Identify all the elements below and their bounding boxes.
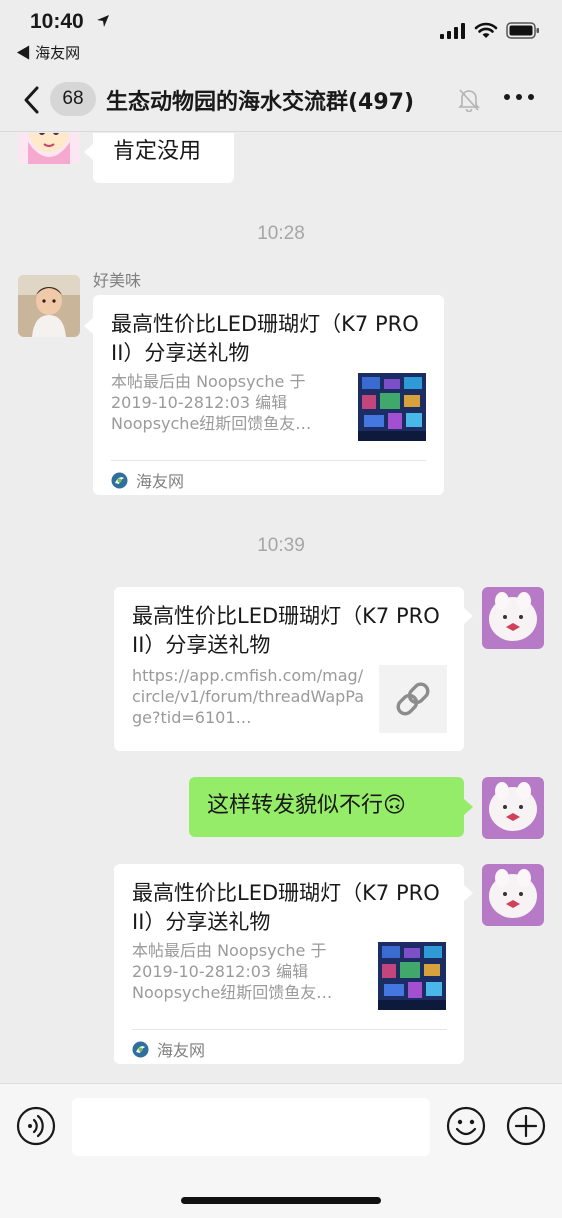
link-thumbnail — [379, 665, 447, 733]
card-thumbnail — [358, 373, 426, 441]
card-source-name: 海友网 — [157, 1041, 206, 1060]
link-card-message[interactable]: 最高性价比LED珊瑚灯（K7 PRO II）分享送礼物 https://app.… — [114, 587, 464, 751]
status-time: 10:40 — [30, 10, 84, 33]
text-message[interactable]: 肯定没用 — [93, 133, 234, 183]
chat-header: 68 生态动物园的海水交流群(497) — [0, 70, 562, 132]
wifi-icon — [474, 22, 498, 38]
avatar[interactable] — [482, 864, 544, 926]
link-icon — [396, 682, 430, 716]
bubble-tail — [464, 608, 473, 624]
avatar[interactable] — [482, 777, 544, 839]
status-indicators — [440, 22, 540, 39]
card-title: 最高性价比LED珊瑚灯（K7 PRO II）分享送礼物 — [111, 312, 419, 365]
card-description: https://app.cmfish.com/mag/circle/v1/for… — [132, 666, 365, 727]
text-message[interactable]: 这样转发貌似不行🙃 — [189, 777, 464, 837]
card-thumbnail — [378, 942, 446, 1010]
bubble-tail — [464, 799, 473, 815]
message-input[interactable] — [72, 1098, 430, 1156]
site-logo-icon — [111, 472, 128, 488]
timestamp: 10:39 — [257, 535, 305, 556]
bubble-tail — [84, 144, 93, 160]
emoji-icon[interactable] — [446, 1106, 486, 1146]
card-description: 本帖最后由 Noopsyche 于 2019-10-2812:03 编辑 Noo… — [111, 372, 312, 433]
card-title: 最高性价比LED珊瑚灯（K7 PRO II）分享送礼物 — [132, 604, 440, 657]
voice-icon[interactable] — [16, 1106, 56, 1146]
signal-icon — [440, 22, 465, 39]
card-source: 海友网 — [111, 468, 184, 492]
battery-icon — [506, 22, 539, 39]
card-title: 最高性价比LED珊瑚灯（K7 PRO II）分享送礼物 — [132, 881, 440, 934]
site-logo-icon — [132, 1041, 149, 1057]
unread-count-badge[interactable]: 68 — [50, 82, 96, 116]
status-bar: 10:40 ◀ 海友网 — [0, 0, 562, 70]
home-indicator[interactable] — [181, 1197, 381, 1204]
card-source: 海友网 — [132, 1037, 205, 1061]
message-text: 肯定没用 — [113, 139, 202, 164]
mute-bell-icon — [458, 89, 480, 112]
chat-title: 生态动物园的海水交流群(497) — [106, 90, 415, 115]
card-description: 本帖最后由 Noopsyche 于 2019-10-2812:03 编辑 Noo… — [132, 941, 333, 1002]
card-divider — [132, 1029, 447, 1030]
card-divider — [111, 460, 426, 461]
message-text: 这样转发貌似不行🙃 — [207, 793, 406, 818]
plus-icon[interactable] — [506, 1106, 546, 1146]
link-card-message[interactable]: 最高性价比LED珊瑚灯（K7 PRO II）分享送礼物 本帖最后由 Noopsy… — [93, 295, 444, 495]
timestamp: 10:28 — [257, 223, 305, 244]
more-icon[interactable] — [504, 94, 534, 100]
bubble-tail — [464, 885, 473, 901]
card-source-name: 海友网 — [136, 472, 185, 491]
avatar[interactable] — [482, 587, 544, 649]
back-to-app-link[interactable]: ◀ 海友网 — [16, 42, 80, 63]
bubble-tail — [84, 318, 93, 334]
back-chevron-icon[interactable] — [20, 84, 44, 116]
location-arrow-icon — [97, 15, 109, 27]
message-list[interactable]: 肯定没用 10:28 好美味 最高性价比LED珊瑚灯（K7 PRO II）分享送… — [0, 133, 562, 1083]
link-card-message[interactable]: 最高性价比LED珊瑚灯（K7 PRO II）分享送礼物 本帖最后由 Noopsy… — [114, 864, 464, 1064]
avatar[interactable] — [18, 275, 80, 337]
avatar[interactable] — [18, 133, 80, 164]
sender-name: 好美味 — [93, 271, 142, 290]
